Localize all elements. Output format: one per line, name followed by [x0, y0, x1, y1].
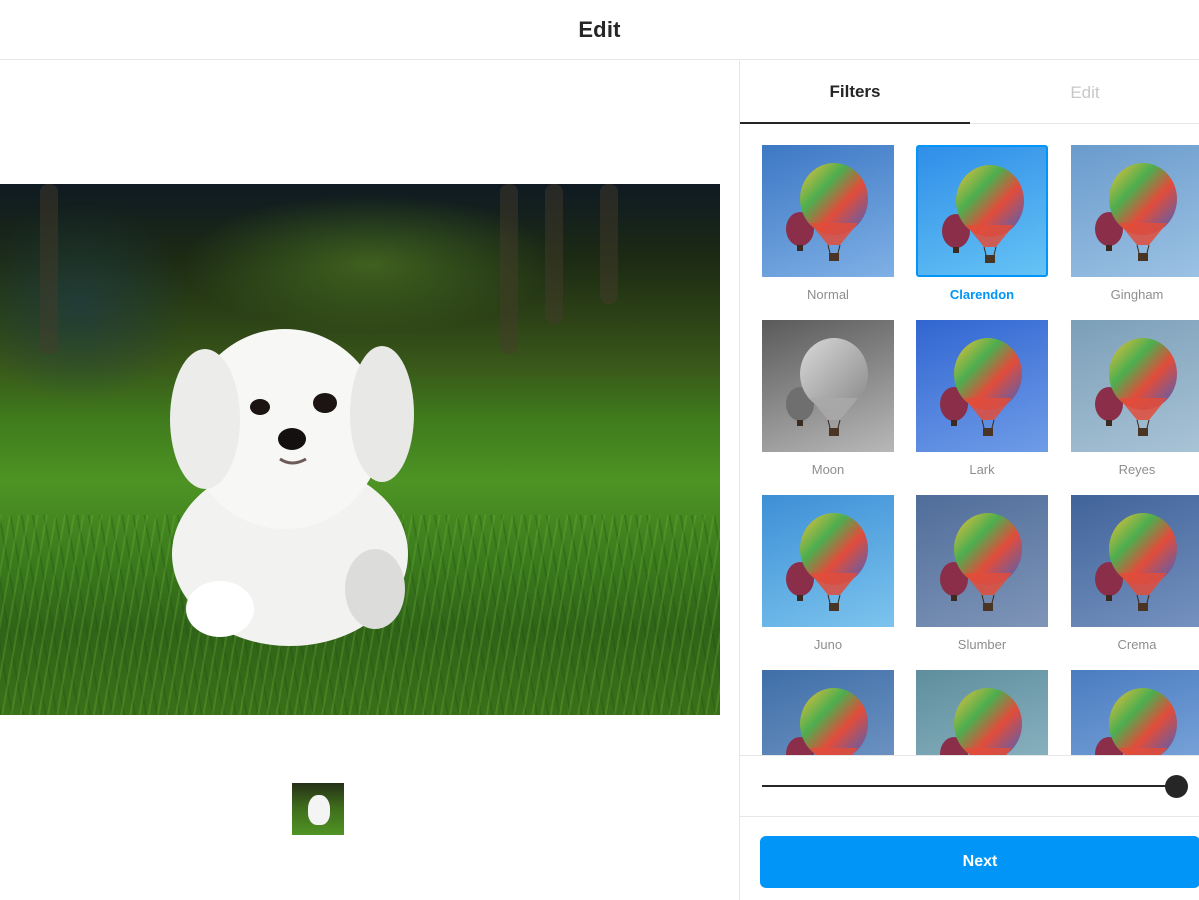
- thumbnail-dog: [308, 795, 330, 825]
- tree-trunk: [600, 184, 618, 304]
- photo-preview-pane: [0, 61, 739, 900]
- dog-subject: [170, 329, 414, 646]
- balloon-image: [1095, 513, 1177, 611]
- balloon-image: [1095, 163, 1177, 261]
- filter-label: Reyes: [1118, 462, 1156, 477]
- filter-label: Normal: [807, 287, 849, 302]
- filter-preview: [916, 145, 1048, 277]
- filter-option[interactable]: [916, 670, 1048, 755]
- filter-preview: [916, 670, 1048, 755]
- editor-tabs: Filters Edit: [740, 61, 1199, 124]
- tab-edit[interactable]: Edit: [970, 61, 1199, 124]
- filter-preview: [762, 320, 894, 452]
- balloon-image: [786, 513, 868, 611]
- filter-option[interactable]: Crema: [1071, 495, 1199, 655]
- balloon-image: [1095, 688, 1177, 755]
- tab-filters[interactable]: Filters: [740, 61, 970, 124]
- filter-preview: [1071, 320, 1199, 452]
- tree-trunk: [40, 184, 58, 354]
- page-title: Edit: [578, 16, 621, 42]
- top-header: Edit: [0, 0, 1199, 60]
- filter-label: Gingham: [1110, 287, 1164, 302]
- balloon-image: [942, 165, 1024, 263]
- filter-preview: [762, 670, 894, 755]
- filter-preview: [762, 145, 894, 277]
- filter-preview: [1071, 670, 1199, 755]
- filters-grid: Normal Clarendon Gingham Moon Lark Reyes Juno S…: [740, 125, 1199, 755]
- filter-preview: [916, 320, 1048, 452]
- balloon-image: [940, 513, 1022, 611]
- filter-option[interactable]: Slumber: [916, 495, 1048, 655]
- filter-option[interactable]: Gingham: [1071, 145, 1199, 305]
- balloon-image: [1095, 338, 1177, 436]
- balloon-image: [786, 163, 868, 261]
- filter-label: Crema: [1117, 637, 1157, 652]
- filter-option[interactable]: Lark: [916, 320, 1048, 480]
- filter-label: Moon: [811, 462, 845, 477]
- filter-option[interactable]: Moon: [762, 320, 894, 480]
- filter-option[interactable]: [1071, 670, 1199, 755]
- filter-label: Clarendon: [949, 287, 1015, 302]
- filter-label: Slumber: [957, 637, 1007, 652]
- next-button[interactable]: Next: [760, 836, 1199, 888]
- photo-preview: [0, 184, 720, 715]
- filter-option[interactable]: Normal: [762, 145, 894, 305]
- slider-track[interactable]: [762, 785, 1174, 787]
- filter-option[interactable]: Clarendon: [916, 145, 1048, 305]
- slider-thumb[interactable]: [1165, 775, 1188, 798]
- filter-preview: [762, 495, 894, 627]
- balloon-image: [940, 688, 1022, 755]
- filter-preview: [1071, 495, 1199, 627]
- tree-trunk: [545, 184, 563, 324]
- editor-panel: Filters Edit Normal Clarendon Gingham Moon L…: [739, 61, 1199, 900]
- balloon-image: [940, 338, 1022, 436]
- filter-preview: [916, 495, 1048, 627]
- filter-label: Lark: [969, 462, 995, 477]
- filter-option[interactable]: [762, 670, 894, 755]
- filter-strength-slider[interactable]: [740, 755, 1199, 817]
- media-thumbnail[interactable]: [292, 783, 344, 835]
- tree-trunk: [500, 184, 518, 354]
- filter-preview: [1071, 145, 1199, 277]
- balloon-image: [786, 338, 868, 436]
- balloon-image: [786, 688, 868, 755]
- filter-label: Juno: [813, 637, 843, 652]
- filter-option[interactable]: Juno: [762, 495, 894, 655]
- filter-option[interactable]: Reyes: [1071, 320, 1199, 480]
